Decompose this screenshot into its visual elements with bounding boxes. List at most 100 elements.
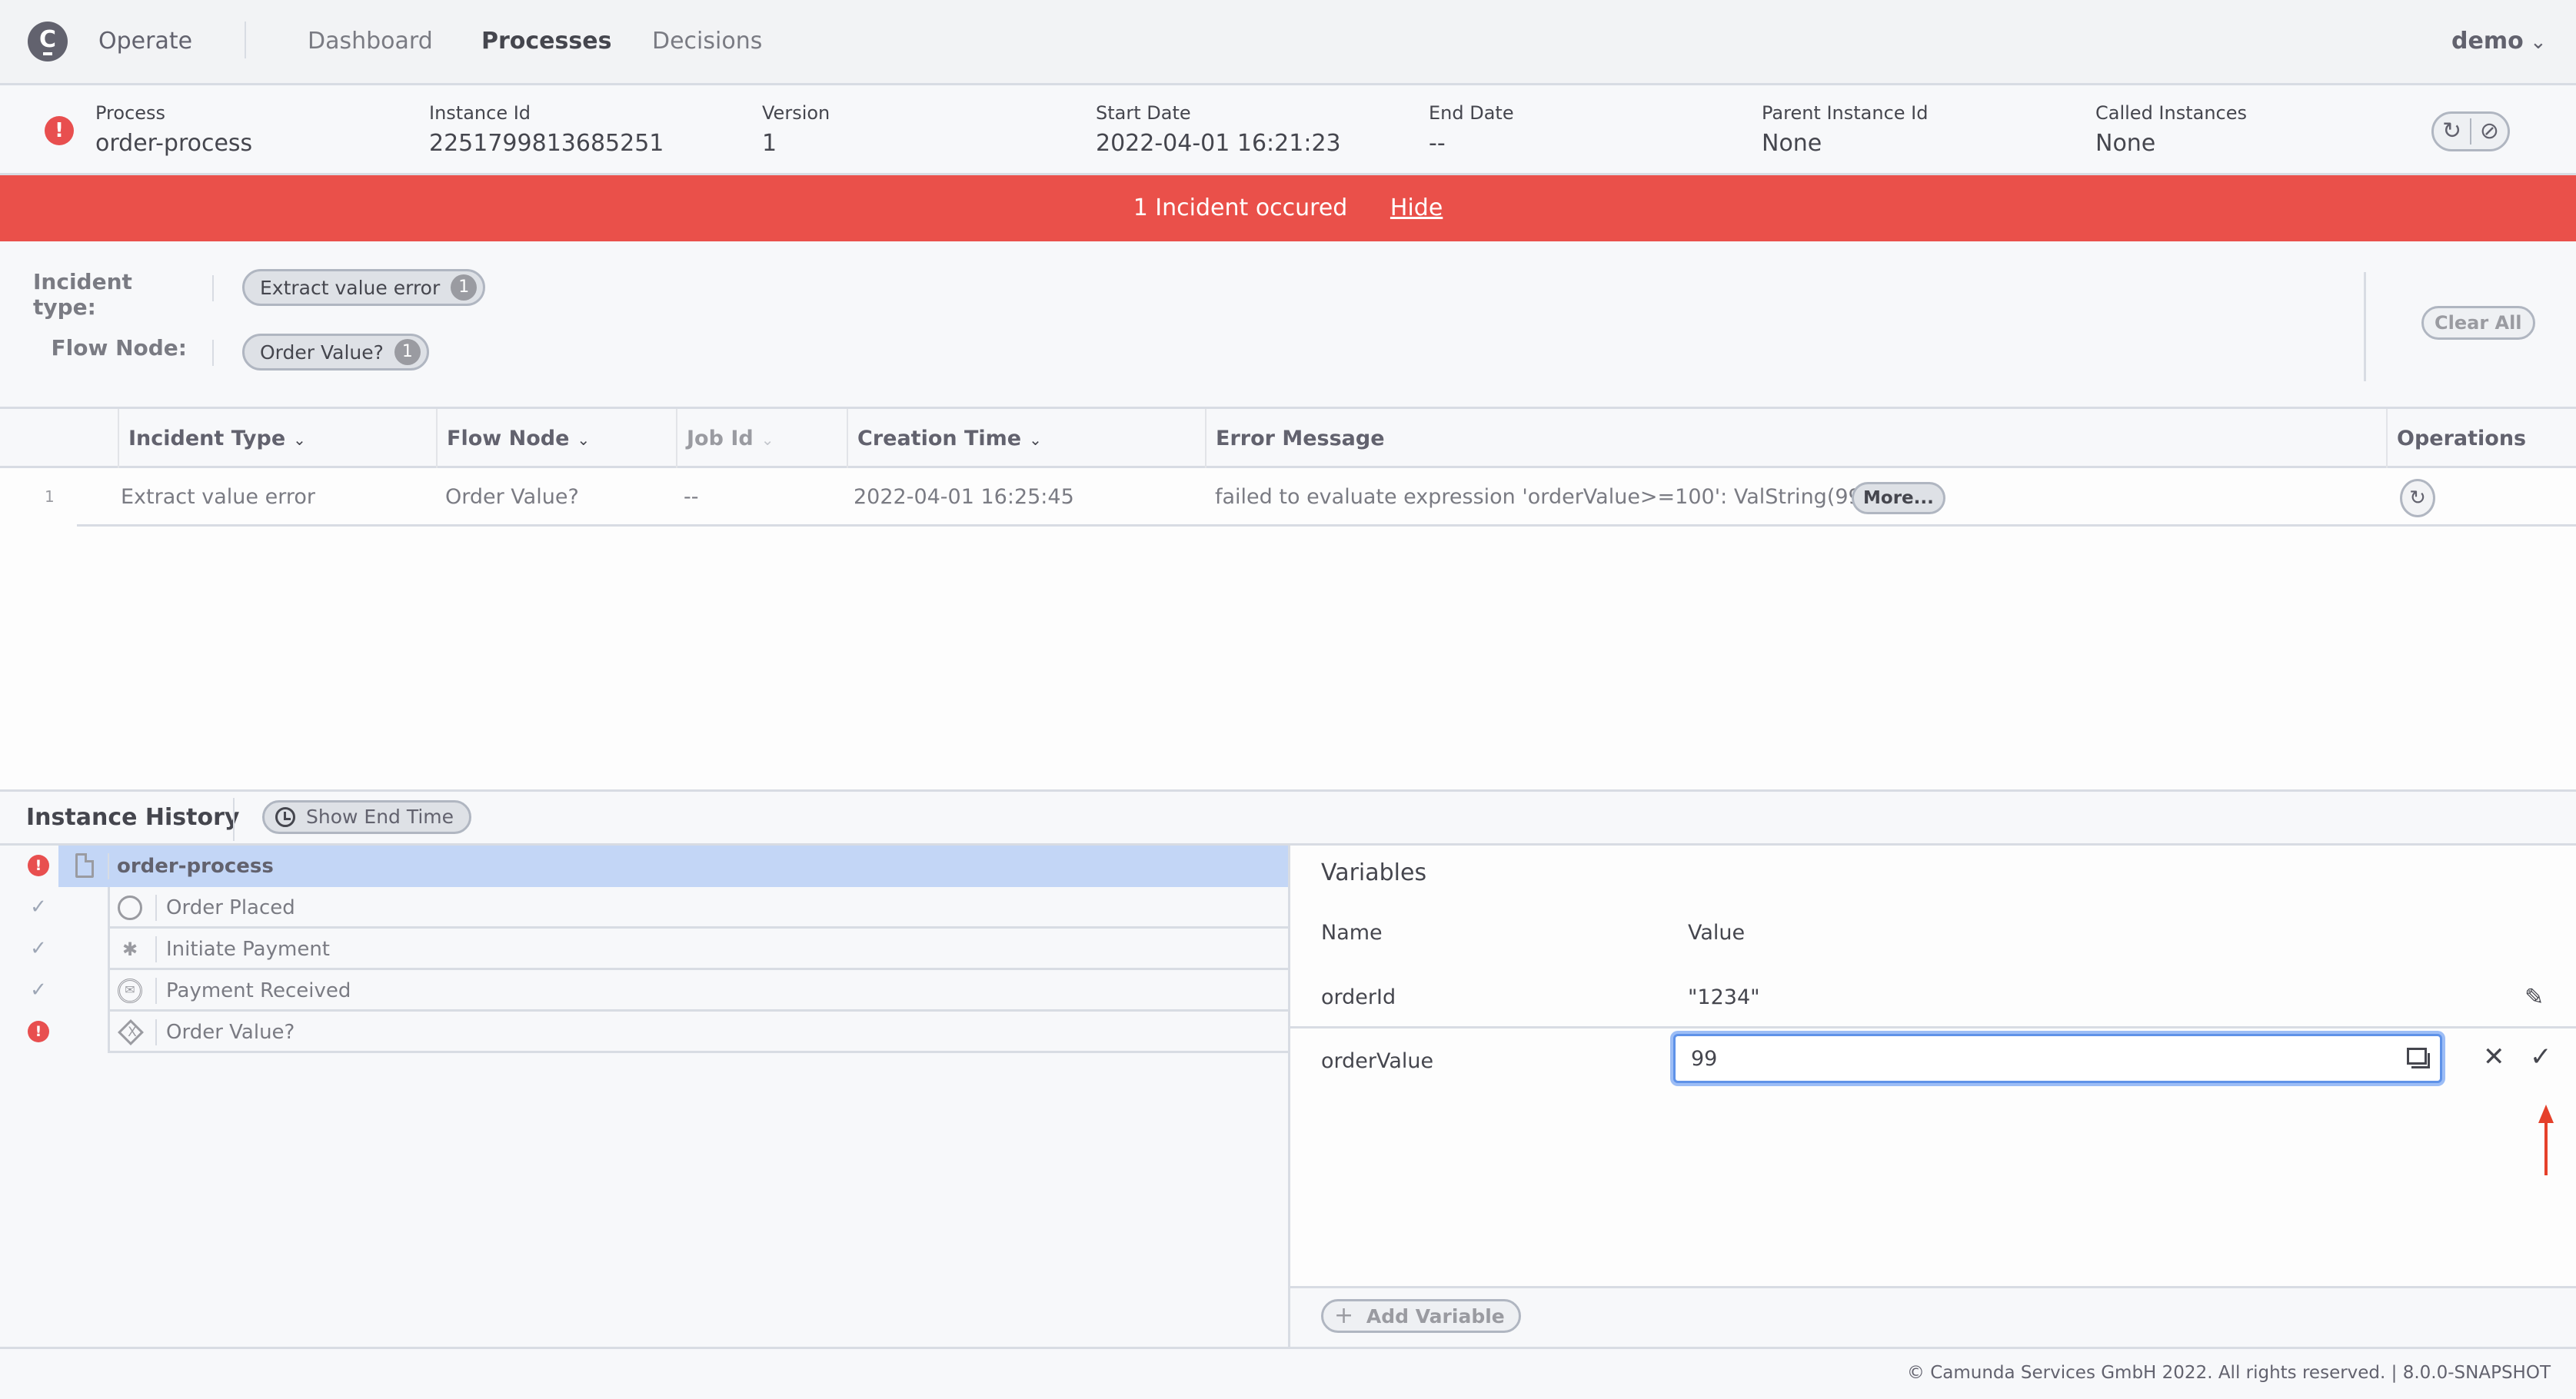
variables-title: Variables [1321,859,1427,886]
cell-incident-type: Extract value error [121,485,315,509]
more-error-details-button[interactable]: More... [1852,482,1945,514]
table-header: Incident Type ⌄ Flow Node ⌄ Job Id ⌄ Creati… [0,409,2576,468]
copyright-text: © Camunda Services GmbH 2022. All rights… [1906,1363,2551,1383]
node-label: order-process [117,855,274,878]
save-variable-check-icon[interactable]: ✓ [2530,1042,2552,1072]
flow-node-filter-label: Flow Node: [51,335,187,361]
pill-count-badge: 1 [451,274,478,301]
variable-value-input[interactable] [1673,1034,2442,1083]
nav-link-decisions[interactable]: Decisions [652,28,762,55]
node-label: Order Value? [166,1021,295,1044]
variable-row: orderId "1234" ✎ [1290,967,2576,1028]
instance-field-version: Version 1 [762,102,830,157]
filter-divider [212,340,214,366]
node-divider [155,936,157,962]
retry-incident-icon[interactable]: ↻ [2400,479,2435,517]
nav-divider [245,22,246,58]
instance-field-process: Process order-process [95,102,252,157]
instance-field-start-date: Start Date 2022-04-01 16:21:23 [1096,102,1341,157]
user-menu[interactable]: demo [2451,28,2524,55]
field-label: End Date [1429,102,1514,124]
column-header-flow-node[interactable]: Flow Node ⌄ [436,409,676,468]
instance-operations: ↻ ⊘ [2431,111,2510,151]
incident-count-message: 1 Incident occured [1133,194,1348,221]
service-task-gear-icon: ✱ [121,939,138,960]
incident-state-icon: ! [28,855,49,876]
variable-row-editing: orderValue ✕ ✓ [1290,1031,2576,1175]
tree-node-order-value[interactable]: ! X Order Value? [0,1012,1288,1053]
add-variable-footer: + Add Variable [1288,1286,2576,1347]
camunda-logo-icon[interactable]: C [28,22,68,61]
button-label: Add Variable [1366,1305,1505,1328]
plus-icon: + [1334,1302,1354,1329]
field-value: None [2095,130,2156,157]
incident-filters: Incident type: Extract value error 1 Flo… [0,241,2576,409]
instance-history-tree: ! order-process ✓ Order Placed ✓ ✱ Initi… [0,846,1288,1347]
field-label: Start Date [1096,102,1191,124]
incident-state-icon: ! [45,116,74,145]
start-event-icon [118,896,142,920]
app-name[interactable]: Operate [98,28,192,55]
field-label: Instance Id [429,102,531,124]
table-row[interactable]: 1 Extract value error Order Value? -- 20… [0,468,2576,526]
pill-count-badge: 1 [394,339,421,365]
instance-header: ! Process order-process Instance Id 2251… [0,85,2576,175]
row-index: 1 [45,487,55,506]
column-header-operations: Operations [2386,409,2576,468]
sort-chevron-icon[interactable]: ⌄ [1029,430,1042,449]
nav-link-processes[interactable]: Processes [481,28,611,55]
flow-node-filter-pill[interactable]: Order Value? 1 [242,334,429,371]
instance-field-instance-id: Instance Id 2251799813685251 [429,102,664,157]
column-header-job-id[interactable]: Job Id ⌄ [676,409,847,468]
show-end-time-button[interactable]: Show End Time [262,800,472,834]
tree-node-order-process[interactable]: ! order-process [0,846,1288,887]
field-label: Version [762,102,830,124]
instance-field-end-date: End Date -- [1429,102,1514,157]
sort-chevron-icon[interactable]: ⌄ [761,430,774,449]
node-label: Order Placed [166,896,295,919]
nav-link-dashboard[interactable]: Dashboard [308,28,433,55]
tree-node-payment-received[interactable]: ✓ ✉ Payment Received [0,970,1288,1012]
completed-state-icon: ✓ [30,896,47,919]
tree-node-order-placed[interactable]: ✓ Order Placed [0,887,1288,929]
node-divider [155,978,157,1004]
sort-chevron-icon[interactable]: ⌄ [577,430,590,449]
column-header-error-message: Error Message [1205,409,2386,468]
add-variable-button[interactable]: + Add Variable [1321,1299,1521,1333]
chevron-down-icon[interactable]: ⌄ [2530,31,2547,54]
open-json-editor-icon[interactable] [2407,1048,2430,1068]
incidents-table: Incident Type ⌄ Flow Node ⌄ Job Id ⌄ Creati… [0,409,2576,789]
cancel-edit-icon[interactable]: ✕ [2483,1042,2505,1072]
clear-all-button[interactable]: Clear All [2421,306,2535,340]
node-divider [155,895,157,921]
column-header-creation-time[interactable]: Creation Time ⌄ [847,409,1205,468]
field-label: Called Instances [2095,102,2248,124]
incident-type-filter-pill[interactable]: Extract value error 1 [242,269,486,306]
incident-state-icon: ! [28,1021,49,1042]
hide-incidents-link[interactable]: Hide [1390,194,1443,221]
variable-name: orderId [1321,985,1396,1009]
header-divider [233,798,235,841]
node-divider [108,853,109,879]
retry-icon[interactable]: ↻ [2434,114,2470,149]
column-header-incident-type[interactable]: Incident Type ⌄ [118,409,436,468]
button-label: Show End Time [306,806,454,828]
field-label: Parent Instance Id [1762,102,1929,124]
completed-state-icon: ✓ [30,937,47,960]
sort-chevron-icon[interactable]: ⌄ [293,430,306,449]
incident-banner: 1 Incident occured Hide [0,175,2576,241]
annotation-arrow-icon [2538,1105,2554,1175]
node-label: Payment Received [166,979,351,1002]
completed-state-icon: ✓ [30,979,47,1002]
edit-pencil-icon[interactable]: ✎ [2524,984,2544,1011]
field-value: -- [1429,130,1446,157]
variables-panel: Variables Name Value orderId "1234" ✎ or… [1288,846,2576,1286]
field-label: Process [95,102,166,124]
instance-history-title: Instance History [26,804,240,831]
instance-field-parent-instance-id: Parent Instance Id None [1762,102,1928,157]
tree-node-initiate-payment[interactable]: ✓ ✱ Initiate Payment [0,929,1288,970]
cancel-icon[interactable]: ⊘ [2471,114,2508,149]
top-navigation: C Operate Dashboard Processes Decisions … [0,0,2576,85]
cell-flow-node: Order Value? [445,485,579,509]
footer: © Camunda Services GmbH 2022. All rights… [0,1347,2576,1399]
